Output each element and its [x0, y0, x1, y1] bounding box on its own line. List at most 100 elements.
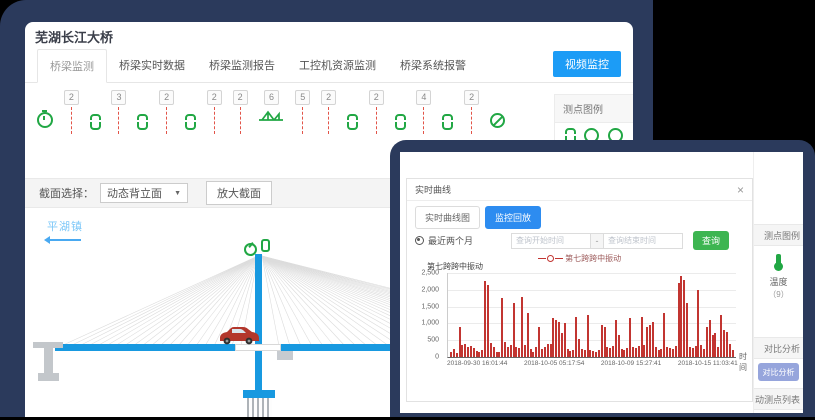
- chart-bar: [604, 327, 606, 357]
- pylon-link-sensor-icon[interactable]: [261, 239, 270, 252]
- link-sensor-icon[interactable]: [90, 114, 101, 130]
- chart-bar: [660, 349, 662, 357]
- sensor-count-badge[interactable]: 2: [159, 90, 174, 105]
- query-controls: 最近两个月 - 查询: [415, 231, 746, 250]
- sensor-dashed-line: [118, 107, 119, 134]
- main-tab-item[interactable]: 桥梁监测报告: [197, 49, 287, 82]
- sensor-cell-clock: [37, 90, 53, 128]
- compare-analysis-button[interactable]: 对比分析: [758, 363, 799, 381]
- recent-two-months-label: 最近两个月: [428, 234, 473, 247]
- chart-bar: [601, 325, 603, 357]
- sensor-count-badge[interactable]: 2: [369, 90, 384, 105]
- chart-bar: [706, 327, 708, 357]
- chart-bar: [703, 349, 705, 357]
- chart-bar: [643, 345, 645, 357]
- video-monitor-button[interactable]: 视频监控: [553, 51, 621, 77]
- chart-bar: [615, 320, 617, 357]
- section-select-label: 截面选择：: [39, 185, 94, 201]
- chart-bar: [558, 322, 560, 357]
- start-time-input[interactable]: [511, 233, 591, 249]
- chart-bar: [609, 348, 611, 357]
- sensor-count-badge[interactable]: 2: [464, 90, 479, 105]
- sensor-count-badge[interactable]: 3: [111, 90, 126, 105]
- sensor-dashed-line: [471, 107, 472, 134]
- link-sensor-icon[interactable]: [442, 114, 453, 130]
- chart-bar: [515, 347, 517, 357]
- stopwatch-icon[interactable]: [37, 112, 53, 128]
- chart-bar: [467, 347, 469, 357]
- pylon-piles: [247, 398, 272, 417]
- link-sensor-icon[interactable]: [395, 114, 406, 130]
- chart-bar: [461, 345, 463, 357]
- disabled-sensor-icon[interactable]: [490, 113, 505, 128]
- pylon-foundation-cap: [243, 390, 275, 398]
- tab-monitor-playback[interactable]: 监控回放: [485, 206, 541, 229]
- chart-bar: [493, 347, 495, 357]
- sensor-cell-bridge: 6: [258, 90, 284, 127]
- car-illustration: [217, 324, 259, 345]
- chart-bar: [470, 346, 472, 357]
- legend-line-icon: [555, 258, 563, 259]
- recent-two-months-radio[interactable]: [415, 236, 424, 245]
- left-pier-foot: [38, 373, 59, 381]
- link-sensor-icon[interactable]: [137, 114, 148, 130]
- sensor-count-badge[interactable]: 2: [321, 90, 336, 105]
- link-sensor-icon[interactable]: [347, 114, 358, 130]
- main-tab-item[interactable]: 桥梁系统报警: [388, 49, 478, 82]
- dialog-header: 实时曲线 ×: [407, 179, 752, 201]
- chart-bar: [547, 344, 549, 357]
- chart-bar: [689, 347, 691, 357]
- chart-bar: [709, 320, 711, 357]
- chart-bar: [669, 348, 671, 357]
- page-title: 芜湖长江大桥: [35, 27, 113, 46]
- chart-bar: [496, 352, 498, 357]
- pylon-gauge-sensor-icon[interactable]: [244, 243, 257, 256]
- main-tabs: 桥梁监测桥梁实时数据桥梁监测报告工控机资源监测桥梁系统报警: [37, 49, 478, 82]
- sensor-cell-link: [90, 90, 101, 130]
- chart-bar: [567, 349, 569, 357]
- sensor-count-badge[interactable]: 2: [64, 90, 79, 105]
- truss-bridge-icon[interactable]: [258, 105, 284, 127]
- sensor-count-badge[interactable]: 2: [233, 90, 248, 105]
- chart-bar: [686, 303, 688, 357]
- x-axis-labels: 2018-09-30 16:01:442018-10-05 05:17:5420…: [447, 360, 743, 370]
- legend-panel-title: 测点图例: [555, 95, 633, 123]
- chart-bar: [510, 345, 512, 357]
- chart-bar: [575, 317, 577, 357]
- chart-bar: [658, 350, 660, 357]
- end-time-input[interactable]: [603, 233, 683, 249]
- tab-realtime-curve[interactable]: 实时曲线图: [415, 206, 480, 229]
- sensor-cell-ban: [490, 90, 505, 128]
- sensor-count-badge[interactable]: 4: [416, 90, 431, 105]
- section-select[interactable]: 动态背立面 ▼: [100, 183, 188, 203]
- chart-bar: [581, 349, 583, 357]
- y-axis-tick-label: 2,000: [421, 286, 439, 293]
- main-tab-item[interactable]: 工控机资源监测: [287, 49, 388, 82]
- bridge-deck-left: [55, 344, 235, 351]
- chart-bar: [535, 347, 537, 357]
- sensor-cell-marker: 3: [111, 90, 126, 134]
- chart-bar: [521, 297, 523, 357]
- sensor-count-badge[interactable]: 6: [264, 90, 279, 105]
- chart-bar: [612, 346, 614, 357]
- link-sensor-icon[interactable]: [185, 114, 196, 130]
- thermometer-icon[interactable]: [776, 254, 781, 266]
- main-tab-item[interactable]: 桥梁实时数据: [107, 49, 197, 82]
- chart-bar: [621, 349, 623, 357]
- y-axis-tick-label: 2,500: [421, 270, 439, 277]
- enlarge-section-button[interactable]: 放大截面: [206, 181, 272, 205]
- sensor-count-badge[interactable]: 5: [295, 90, 310, 105]
- chart-bar: [473, 348, 475, 357]
- chart-bars: [450, 273, 735, 357]
- query-button[interactable]: 查询: [693, 231, 729, 250]
- chart-bar: [490, 343, 492, 357]
- chart-bar: [584, 350, 586, 357]
- sensor-cell-marker: 2: [321, 90, 336, 134]
- chart-bar: [606, 347, 608, 357]
- x-axis-tick-label: 2018-09-30 16:01:44: [447, 360, 507, 367]
- sensor-count-badge[interactable]: 2: [207, 90, 222, 105]
- chart-bar: [626, 348, 628, 357]
- chart-bar: [629, 318, 631, 357]
- main-tab-active[interactable]: 桥梁监测: [37, 49, 107, 83]
- close-icon[interactable]: ×: [737, 184, 744, 196]
